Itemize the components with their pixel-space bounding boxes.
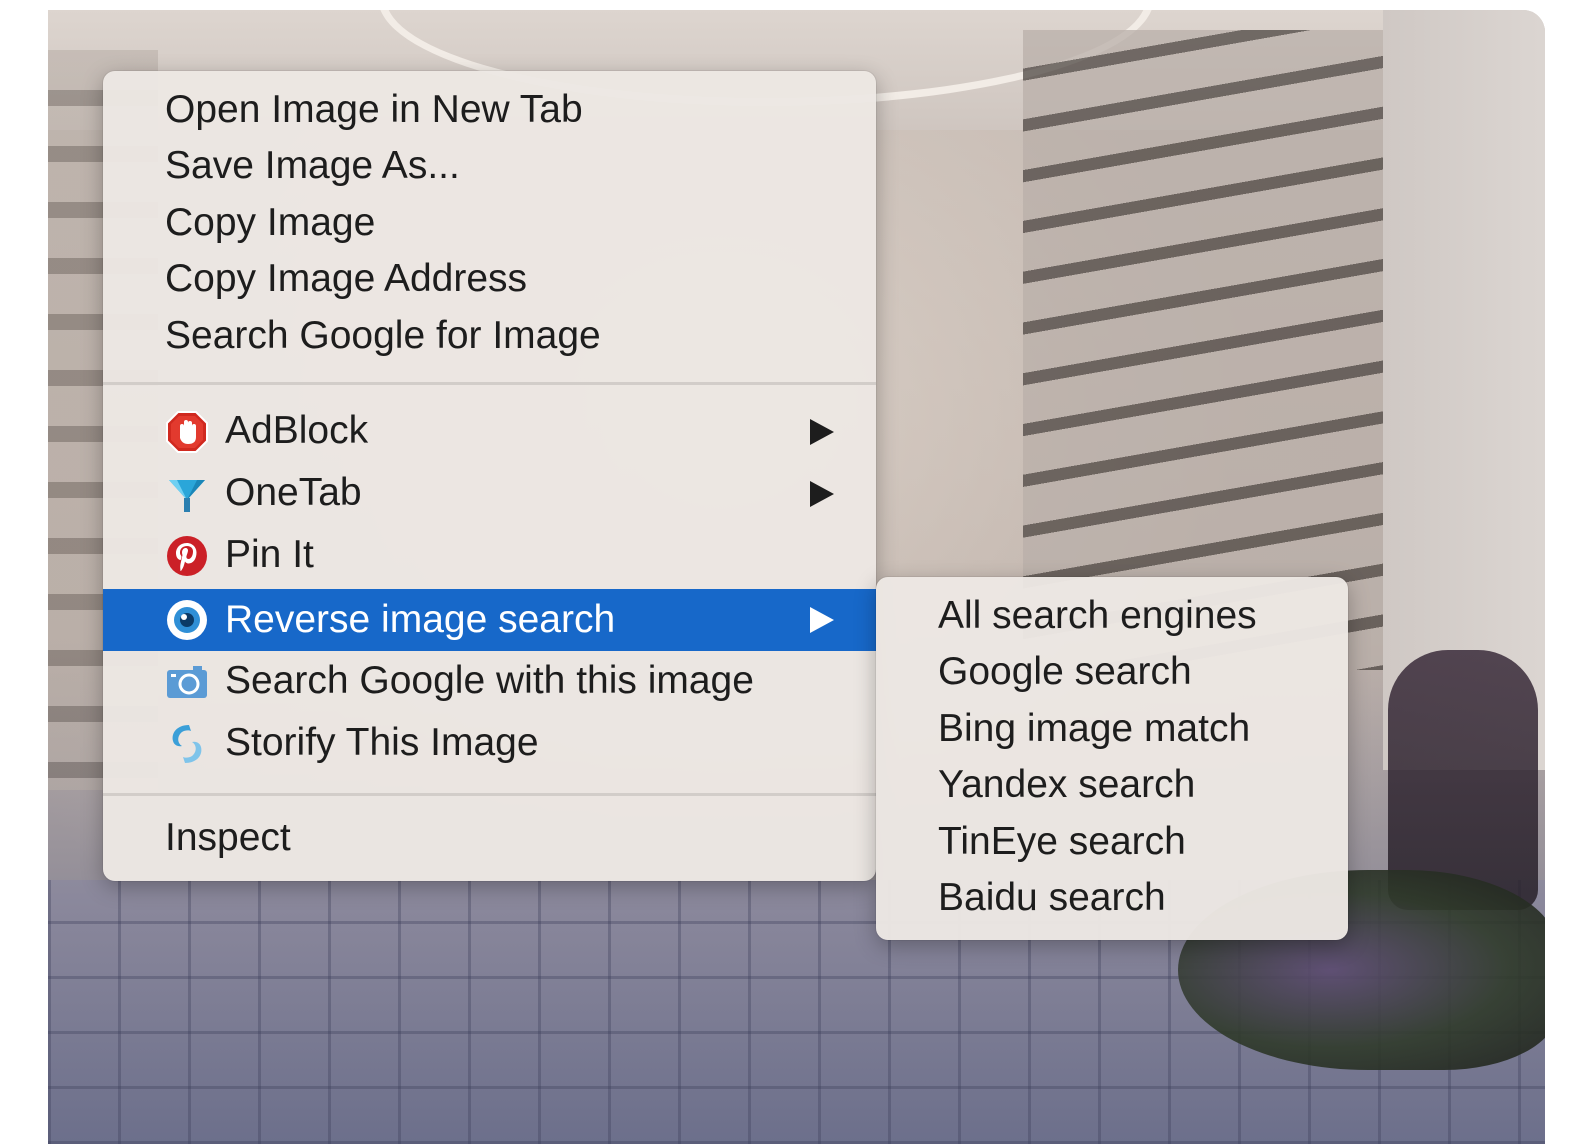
- menu-item-reverse-image-search[interactable]: Reverse image search: [103, 589, 876, 651]
- menu-item-label: Copy Image Address: [165, 257, 528, 300]
- submenu-item-label: All search engines: [938, 594, 1257, 637]
- submenu-item-label: Yandex search: [938, 763, 1196, 806]
- menu-item-adblock[interactable]: AdBlock: [103, 403, 876, 459]
- menu-item-pin-it[interactable]: Pin It: [103, 527, 876, 583]
- menu-item-inspect[interactable]: Inspect: [103, 810, 876, 866]
- menu-item-label: Open Image in New Tab: [165, 88, 583, 131]
- reverse-image-search-submenu: All search engines Google search Bing im…: [876, 577, 1348, 940]
- submenu-item-label: Google search: [938, 650, 1192, 693]
- submenu-item-bing-image-match[interactable]: Bing image match: [876, 701, 1348, 757]
- menu-item-search-google-with-image[interactable]: Search Google with this image: [103, 653, 876, 709]
- submenu-item-baidu-search[interactable]: Baidu search: [876, 870, 1348, 926]
- menu-item-label: Storify This Image: [225, 721, 539, 764]
- photo-window-blind: [1023, 30, 1383, 670]
- submenu-arrow-icon: [810, 481, 834, 507]
- submenu-item-yandex-search[interactable]: Yandex search: [876, 757, 1348, 813]
- menu-item-label: OneTab: [225, 471, 362, 514]
- menu-item-storify-this-image[interactable]: Storify This Image: [103, 715, 876, 771]
- menu-item-label: Search Google with this image: [225, 659, 754, 702]
- submenu-arrow-icon: [810, 607, 834, 633]
- menu-item-label: Copy Image: [165, 201, 376, 244]
- submenu-item-label: Bing image match: [938, 707, 1251, 750]
- submenu-arrow-icon: [810, 419, 834, 445]
- menu-separator: [103, 793, 876, 796]
- submenu-item-all-search-engines[interactable]: All search engines: [876, 588, 1348, 644]
- menu-item-save-image-as[interactable]: Save Image As...: [103, 138, 876, 194]
- context-menu: Open Image in New Tab Save Image As... C…: [103, 71, 876, 881]
- submenu-item-google-search[interactable]: Google search: [876, 644, 1348, 700]
- storify-icon: [165, 722, 209, 766]
- menu-item-label: Inspect: [165, 816, 291, 859]
- menu-item-label: Save Image As...: [165, 144, 460, 187]
- menu-item-copy-image[interactable]: Copy Image: [103, 195, 876, 251]
- menu-item-copy-image-address[interactable]: Copy Image Address: [103, 251, 876, 307]
- submenu-item-label: TinEye search: [938, 820, 1186, 863]
- submenu-item-label: Baidu search: [938, 876, 1166, 919]
- menu-item-label: Search Google for Image: [165, 314, 601, 357]
- menu-separator: [103, 382, 876, 385]
- menu-item-label: AdBlock: [225, 409, 369, 452]
- menu-item-onetab[interactable]: OneTab: [103, 465, 876, 521]
- reverse-image-search-icon: [165, 598, 209, 642]
- camera-icon: [165, 660, 209, 704]
- pinterest-icon: [165, 534, 209, 578]
- menu-item-label: Pin It: [225, 533, 314, 576]
- menu-item-label: Reverse image search: [225, 598, 616, 641]
- menu-item-search-google-for-image[interactable]: Search Google for Image: [103, 308, 876, 364]
- onetab-icon: [165, 472, 209, 516]
- submenu-item-tineye-search[interactable]: TinEye search: [876, 814, 1348, 870]
- adblock-icon: [165, 410, 209, 454]
- menu-item-open-image-new-tab[interactable]: Open Image in New Tab: [103, 82, 876, 138]
